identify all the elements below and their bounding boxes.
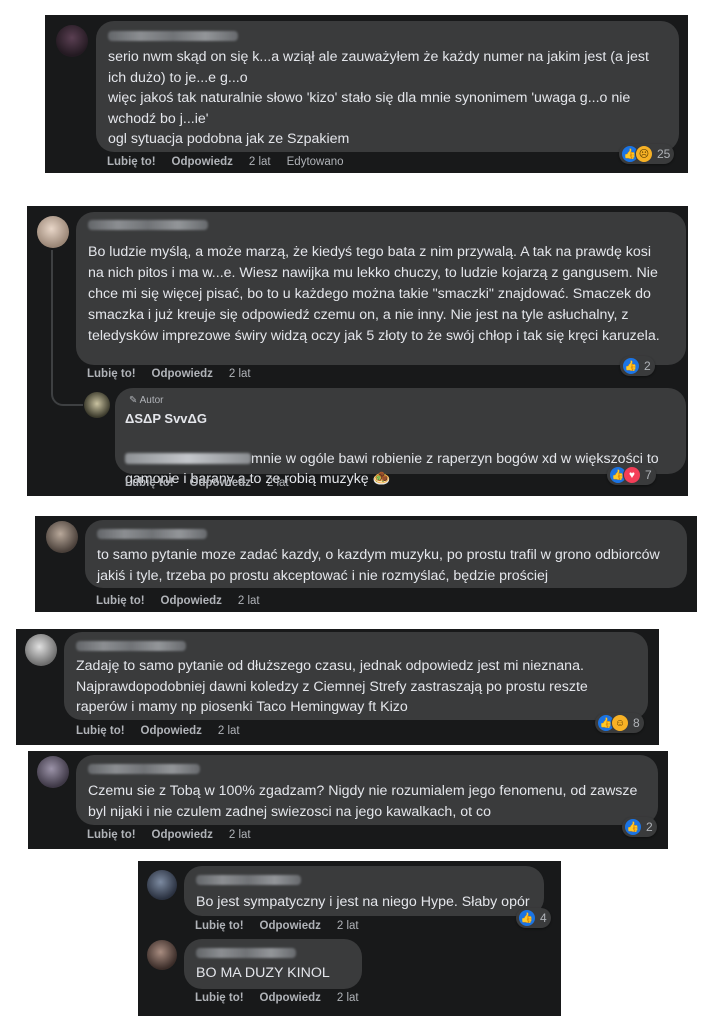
comment-bubble: Bo ludzie myślą, a może marzą, że kiedyś… [76,212,686,365]
author-badge-label: Autor [139,395,164,406]
reactions-summary[interactable]: 👍 4 [516,908,551,928]
love-reaction-icon: ♥ [623,466,641,484]
reactions-summary[interactable]: 👍 ♥ 7 [607,465,656,485]
comment-actions: Lubię to! Odpowiedz 2 lat [96,595,260,607]
comment-actions: Lubię to! Odpowiedz 2 lat [195,992,359,1004]
comment-text: Bo ludzie myślą, a może marzą, że kiedyś… [88,244,660,344]
reaction-count: 7 [645,468,652,482]
reply-button[interactable]: Odpowiedz [141,725,202,737]
reply-author-name[interactable]: ΔSΔP SvvΔG [125,411,207,426]
reactions-summary[interactable]: 👍 2 [620,356,655,376]
comment-panel-4: Zadaję to samo pytanie od dłuższego czas… [16,629,659,745]
comment-text: Zadaję to samo pytanie od dłuższego czas… [76,658,588,715]
avatar[interactable] [37,756,69,788]
comment-text: to samo pytanie moze zadać kazdy, o kazd… [97,547,660,584]
reaction-count: 2 [644,359,651,373]
like-button[interactable]: Lubię to! [107,156,156,168]
comment-actions: Lubię to! Odpowiedz 2 lat [87,368,251,380]
comment-panel-6: Bo jest sympatyczny i jest na niego Hype… [138,861,561,1016]
like-button[interactable]: Lubię to! [87,368,136,380]
author-name-blurred[interactable] [196,875,301,885]
like-reaction-icon: 👍 [518,909,536,927]
avatar[interactable] [147,870,177,900]
reply-button[interactable]: Odpowiedz [152,829,213,841]
reply-actions: Lubię to! Odpowiedz 2 lat [125,477,289,489]
comment-text: serio nwm skąd on się k...a wziął ale za… [108,49,649,147]
timestamp[interactable]: 2 lat [229,829,251,841]
reply-thread-line [51,250,83,406]
reaction-count: 8 [633,716,640,730]
comment-bubble: Zadaję to samo pytanie od dłuższego czas… [64,632,648,720]
comment-text: BO MA DUZY KINOL [196,965,330,981]
comment-actions: Lubię to! Odpowiedz 2 lat [195,920,359,932]
timestamp[interactable]: 2 lat [229,368,251,380]
comment-bubble: BO MA DUZY KINOL [184,939,362,989]
avatar[interactable] [46,521,78,553]
haha-reaction-icon: ☺ [611,714,629,732]
like-button[interactable]: Lubię to! [195,920,244,932]
reaction-count: 25 [657,147,671,161]
author-name-blurred[interactable] [88,764,200,774]
author-badge: ✎ Autor [129,395,164,406]
edited-label: Edytowano [286,156,344,168]
reply-button[interactable]: Odpowiedz [161,595,222,607]
reply-button[interactable]: Odpowiedz [260,920,321,932]
timestamp[interactable]: 2 lat [238,595,260,607]
avatar[interactable] [56,25,88,57]
like-reaction-icon: 👍 [624,818,642,836]
comment-panel-1: serio nwm skąd on się k...a wziął ale za… [45,15,688,173]
like-button[interactable]: Lubię to! [76,725,125,737]
comment-panel-3: to samo pytanie moze zadać kazdy, o kazd… [35,516,697,612]
timestamp[interactable]: 2 lat [218,725,240,737]
comment-panel-5: Czemu sie z Tobą w 100% zgadzam? Nigdy n… [28,751,668,849]
reply-bubble: ✎ Autor ΔSΔP SvvΔG mnie w ogóle bawi rob… [115,388,686,487]
reactions-summary[interactable]: 👍 ☹ 25 [619,144,675,164]
comment-actions: Lubię to! Odpowiedz 2 lat Edytowano [107,156,344,168]
comment-bubble: Czemu sie z Tobą w 100% zgadzam? Nigdy n… [76,755,658,825]
timestamp[interactable]: 2 lat [249,156,271,168]
tagged-user-blurred[interactable] [125,453,251,465]
timestamp[interactable]: 2 lat [267,477,289,489]
reactions-summary[interactable]: 👍 2 [622,817,657,837]
avatar[interactable] [37,216,69,248]
reaction-count: 2 [646,820,653,834]
avatar[interactable] [147,940,177,970]
comment-text: Czemu sie z Tobą w 100% zgadzam? Nigdy n… [88,783,638,820]
author-name-blurred[interactable] [97,529,207,539]
timestamp[interactable]: 2 lat [337,992,359,1004]
reply-button[interactable]: Odpowiedz [172,156,233,168]
reactions-summary[interactable]: 👍 ☺ 8 [595,713,644,733]
comment-text: Bo jest sympatyczny i jest na niego Hype… [196,894,530,910]
timestamp[interactable]: 2 lat [337,920,359,932]
avatar[interactable] [25,634,57,666]
comment-actions: Lubię to! Odpowiedz 2 lat [76,725,240,737]
reply-button[interactable]: Odpowiedz [152,368,213,380]
sad-reaction-icon: ☹ [635,145,653,163]
author-name-blurred[interactable] [76,641,186,651]
author-name-blurred[interactable] [196,948,296,958]
reply-button[interactable]: Odpowiedz [260,992,321,1004]
author-name-blurred[interactable] [88,220,208,230]
author-name-blurred[interactable] [108,31,238,41]
like-button[interactable]: Lubię to! [87,829,136,841]
avatar[interactable] [84,392,110,418]
like-reaction-icon: 👍 [622,357,640,375]
comment-actions: Lubię to! Odpowiedz 2 lat [87,829,251,841]
reply-button[interactable]: Odpowiedz [190,477,251,489]
comment-panel-2: Bo ludzie myślą, a może marzą, że kiedyś… [27,206,688,496]
comment-bubble: Bo jest sympatyczny i jest na niego Hype… [184,866,544,916]
comment-bubble: serio nwm skąd on się k...a wziął ale za… [96,21,679,152]
like-button[interactable]: Lubię to! [125,477,174,489]
like-button[interactable]: Lubię to! [195,992,244,1004]
like-button[interactable]: Lubię to! [96,595,145,607]
reaction-count: 4 [540,911,547,925]
comment-bubble: to samo pytanie moze zadać kazdy, o kazd… [85,520,687,588]
